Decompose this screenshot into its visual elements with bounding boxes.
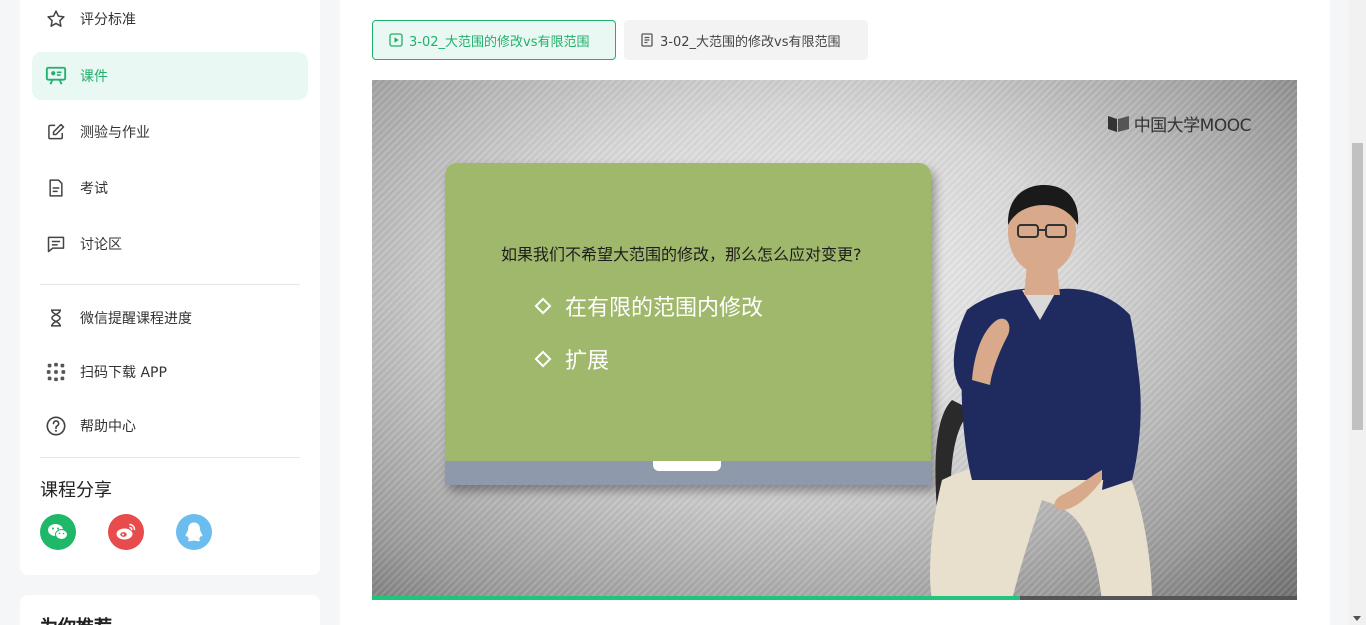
- sidebar-item-grading[interactable]: 评分标准: [32, 0, 308, 43]
- courseware-icon: [32, 65, 80, 87]
- edit-icon: [32, 122, 80, 142]
- play-icon: [389, 33, 403, 47]
- document-icon: [640, 33, 654, 47]
- video-progress-bar[interactable]: [372, 596, 1297, 600]
- brand-text: 中国大学MOOC: [1133, 116, 1252, 136]
- sidebar-item-label: 测验与作业: [80, 125, 150, 141]
- help-icon: [32, 415, 80, 437]
- sidebar-item-help[interactable]: 帮助中心: [32, 402, 308, 450]
- sidebar-item-label: 课件: [80, 69, 108, 85]
- sidebar-item-label: 讨论区: [80, 237, 122, 253]
- tab-document[interactable]: 3-02_大范围的修改vs有限范围: [624, 20, 868, 60]
- video-progress-fill: [372, 596, 1020, 600]
- video-player[interactable]: 中国大学MOOC 如果我们不希望大范围的修改，那么怎么应对变更? 在有限的范围内…: [372, 80, 1297, 600]
- document-icon: [32, 178, 80, 198]
- slide-bullet: 在有限的范围内修改: [534, 290, 764, 322]
- main-content: 3-02_大范围的修改vs有限范围 3-02_大范围的修改vs有限范围 中国大学…: [340, 0, 1330, 625]
- divider: [40, 457, 300, 458]
- presenter-figure: [930, 185, 1152, 600]
- weibo-icon: [116, 523, 136, 540]
- brand-watermark: 中国大学MOOC: [1107, 111, 1252, 136]
- recommend-title: 为你推荐: [40, 613, 112, 625]
- tab-label: 3-02_大范围的修改vs有限范围: [409, 34, 590, 50]
- tab-video[interactable]: 3-02_大范围的修改vs有限范围: [372, 20, 616, 60]
- share-qq-button[interactable]: [176, 514, 212, 550]
- diamond-icon: [534, 297, 552, 315]
- recommend-card: 为你推荐: [20, 595, 320, 625]
- sidebar-item-label: 考试: [80, 181, 108, 197]
- share-weibo-button[interactable]: [108, 514, 144, 550]
- sidebar-item-discussion[interactable]: 讨论区: [32, 220, 308, 268]
- diamond-icon: [534, 350, 552, 368]
- sidebar-item-label: 微信提醒课程进度: [80, 311, 192, 327]
- sidebar-item-download-app[interactable]: 扫码下载 APP: [32, 348, 308, 396]
- qr-icon: [32, 361, 80, 383]
- slide-bullet: 扩展: [534, 343, 610, 375]
- sidebar-item-wechat-reminder[interactable]: 微信提醒课程进度: [32, 294, 308, 342]
- scrollbar-thumb[interactable]: [1352, 143, 1363, 430]
- sidebar-item-quiz[interactable]: 测验与作业: [32, 108, 308, 156]
- sidebar-item-label: 扫码下载 APP: [80, 365, 167, 381]
- slide-notch: [653, 461, 721, 471]
- scroll-down-icon[interactable]: [1353, 616, 1361, 621]
- mooc-logo-icon: [1107, 115, 1129, 132]
- page-scrollbar[interactable]: [1349, 0, 1366, 625]
- hourglass-icon: [32, 308, 80, 328]
- sidebar-item-exam[interactable]: 考试: [32, 164, 308, 212]
- share-title: 课程分享: [40, 480, 112, 501]
- star-icon: [32, 9, 80, 29]
- sidebar: 评分标准 课件 测验与作业 考试 讨论区 微信提醒课程进度 扫码下载 APP 帮…: [20, 0, 320, 575]
- divider: [40, 284, 300, 285]
- share-wechat-button[interactable]: [40, 514, 76, 550]
- presentation-slide: 如果我们不希望大范围的修改，那么怎么应对变更? 在有限的范围内修改 扩展: [445, 163, 931, 485]
- wechat-icon: [48, 524, 68, 540]
- slide-bullet-text: 在有限的范围内修改: [565, 296, 764, 321]
- slide-question: 如果我们不希望大范围的修改，那么怎么应对变更?: [501, 245, 862, 264]
- slide-bullet-text: 扩展: [565, 349, 610, 374]
- chat-icon: [32, 234, 80, 254]
- sidebar-item-label: 帮助中心: [80, 419, 136, 435]
- tab-label: 3-02_大范围的修改vs有限范围: [660, 34, 841, 50]
- sidebar-item-courseware[interactable]: 课件: [32, 52, 308, 100]
- sidebar-item-label: 评分标准: [80, 12, 136, 28]
- qq-icon: [185, 522, 203, 542]
